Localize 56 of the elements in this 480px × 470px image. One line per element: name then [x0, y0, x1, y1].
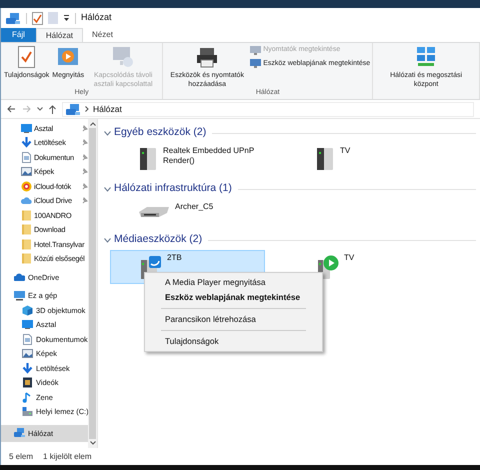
- device-tile[interactable]: Archer_C5: [110, 199, 265, 233]
- group-header[interactable]: Egyéb eszközök (2): [114, 125, 206, 141]
- ribbon-tab[interactable]: Nézet: [83, 28, 122, 42]
- computer-icon: [14, 290, 25, 302]
- network-icon: [5, 11, 21, 25]
- chevron-right-icon: [85, 106, 89, 112]
- back-icon: [7, 105, 16, 113]
- dropdown-icon: [63, 14, 70, 22]
- document-icon: [48, 12, 58, 24]
- scrollbar-thumb[interactable]: [89, 128, 96, 439]
- menu-item[interactable]: Parancsikon létrehozása: [145, 312, 322, 327]
- properties-icon: [32, 12, 43, 24]
- device-tile[interactable]: TV: [287, 143, 442, 177]
- film-icon: [22, 377, 33, 388]
- scroll-down-icon: [90, 441, 96, 445]
- address-field[interactable]: Hálózat: [62, 102, 474, 116]
- chevron-down-icon: [37, 107, 43, 111]
- cloud-icon: [21, 195, 32, 206]
- forward-icon: [22, 105, 31, 113]
- folder-icon: [21, 253, 32, 264]
- drive-icon: [22, 406, 33, 418]
- printer-icon: [195, 45, 220, 69]
- download-arrow-icon: [21, 137, 32, 148]
- device-tile[interactable]: Realtek Embedded UPnP Render(): [110, 143, 265, 177]
- server-icon: [314, 147, 336, 171]
- cube-icon: [22, 304, 33, 316]
- document-icon: [21, 152, 32, 163]
- cloud-icon: [14, 272, 25, 283]
- monitor-icon: [250, 46, 262, 55]
- photos-icon: [21, 180, 32, 192]
- download-arrow-icon: [22, 362, 33, 374]
- ribbon-tab[interactable]: Fájl: [1, 28, 36, 42]
- monitor-icon: [111, 45, 136, 69]
- network-icon: [14, 428, 25, 439]
- document-icon: [22, 334, 33, 345]
- music-note-icon: [22, 392, 33, 403]
- group-header[interactable]: Hálózati infrastruktúra (1): [114, 181, 232, 197]
- ribbon-tab[interactable]: Hálózat: [36, 28, 84, 42]
- folder-icon: [21, 210, 32, 221]
- server-icon: [137, 147, 159, 171]
- folder-icon: [21, 224, 32, 236]
- group-header[interactable]: Médiaeszközök (2): [114, 232, 202, 248]
- network-icon: [65, 102, 81, 116]
- folder-icon: [21, 238, 32, 250]
- menu-item[interactable]: Tulajdonságok: [145, 334, 322, 349]
- status-text: 5 elem: [9, 450, 34, 462]
- picture-icon: [22, 348, 33, 360]
- picture-icon: [21, 166, 32, 178]
- monitor-icon: [250, 59, 262, 68]
- status-text: 1 kijelölt elem: [43, 450, 92, 462]
- menu-item[interactable]: Eszköz weblapjának megtekintése: [145, 290, 322, 305]
- desktop-icon: [22, 319, 33, 330]
- desktop-icon: [21, 122, 32, 134]
- up-icon: [49, 104, 56, 114]
- window-title: Hálózat: [81, 11, 112, 24]
- scroll-up-icon: [90, 122, 96, 126]
